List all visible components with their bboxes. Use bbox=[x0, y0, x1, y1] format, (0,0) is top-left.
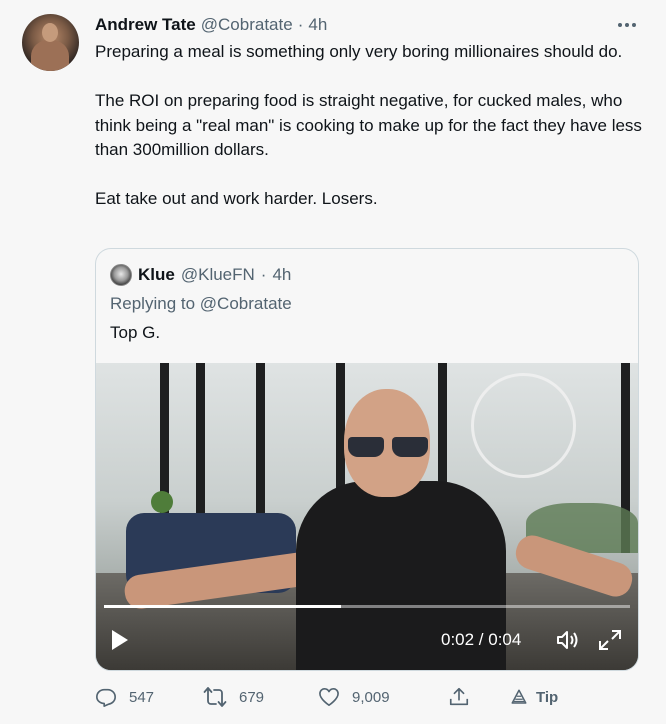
fullscreen-icon[interactable] bbox=[598, 629, 622, 651]
replying-to-prefix: Replying to bbox=[110, 294, 196, 313]
video-progress-fill bbox=[104, 605, 341, 608]
replying-to: Replying to @Cobratate bbox=[110, 294, 292, 314]
quoted-tweet[interactable]: Klue @KlueFN · 4h Replying to @Cobratate… bbox=[95, 248, 639, 671]
separator-dot: · bbox=[297, 15, 304, 34]
author-avatar[interactable] bbox=[22, 14, 79, 71]
play-icon[interactable] bbox=[112, 630, 128, 650]
tweet[interactable]: Andrew Tate @Cobratate · 4h Preparing a … bbox=[0, 0, 666, 724]
reply-count: 547 bbox=[129, 688, 155, 706]
ferris-wheel bbox=[471, 373, 576, 478]
quoted-author-handle[interactable]: @KlueFN bbox=[181, 265, 255, 285]
author-name[interactable]: Andrew Tate bbox=[95, 15, 196, 35]
tip-button[interactable]: Tip bbox=[510, 684, 558, 710]
tweet-timestamp[interactable]: 4h bbox=[308, 15, 327, 35]
quoted-author-name[interactable]: Klue bbox=[138, 265, 175, 285]
video-progress-bar[interactable] bbox=[104, 605, 630, 608]
retweet-count: 679 bbox=[239, 688, 265, 706]
tip-icon bbox=[510, 688, 528, 706]
tweet-actions: 547 679 9,009 Tip bbox=[95, 684, 655, 710]
quoted-tweet-timestamp[interactable]: 4h bbox=[272, 265, 291, 285]
replying-to-mention[interactable]: @Cobratate bbox=[200, 294, 292, 313]
tweet-text: Preparing a meal is something only very … bbox=[95, 40, 650, 212]
like-count: 9,009 bbox=[352, 688, 390, 706]
tweet-paragraph: The ROI on preparing food is straight ne… bbox=[95, 91, 642, 159]
share-button[interactable] bbox=[448, 684, 470, 710]
quoted-tweet-header: Klue @KlueFN · 4h bbox=[110, 264, 291, 286]
separator-dot: · bbox=[260, 265, 267, 284]
reply-icon bbox=[95, 686, 117, 708]
reply-button[interactable]: 547 bbox=[95, 684, 154, 710]
tip-label: Tip bbox=[536, 688, 559, 706]
author-handle[interactable]: @Cobratate bbox=[201, 15, 293, 35]
tweet-paragraph: Eat take out and work harder. Losers. bbox=[95, 189, 378, 208]
volume-icon[interactable] bbox=[556, 629, 580, 651]
tweet-header: Andrew Tate @Cobratate · 4h bbox=[95, 14, 327, 36]
tweet-paragraph: Preparing a meal is something only very … bbox=[95, 42, 623, 61]
heart-icon bbox=[318, 687, 340, 707]
quoted-tweet-text: Top G. bbox=[110, 323, 161, 342]
quoted-author-avatar[interactable] bbox=[110, 264, 132, 286]
retweet-button[interactable]: 679 bbox=[203, 684, 264, 710]
retweet-icon bbox=[203, 686, 227, 708]
video-time-readout: 0:02 / 0:04 bbox=[441, 630, 522, 649]
like-button[interactable]: 9,009 bbox=[318, 684, 390, 710]
share-icon bbox=[448, 686, 470, 708]
more-icon[interactable] bbox=[612, 14, 642, 36]
video-player[interactable]: 0:02 / 0:04 bbox=[96, 363, 638, 670]
